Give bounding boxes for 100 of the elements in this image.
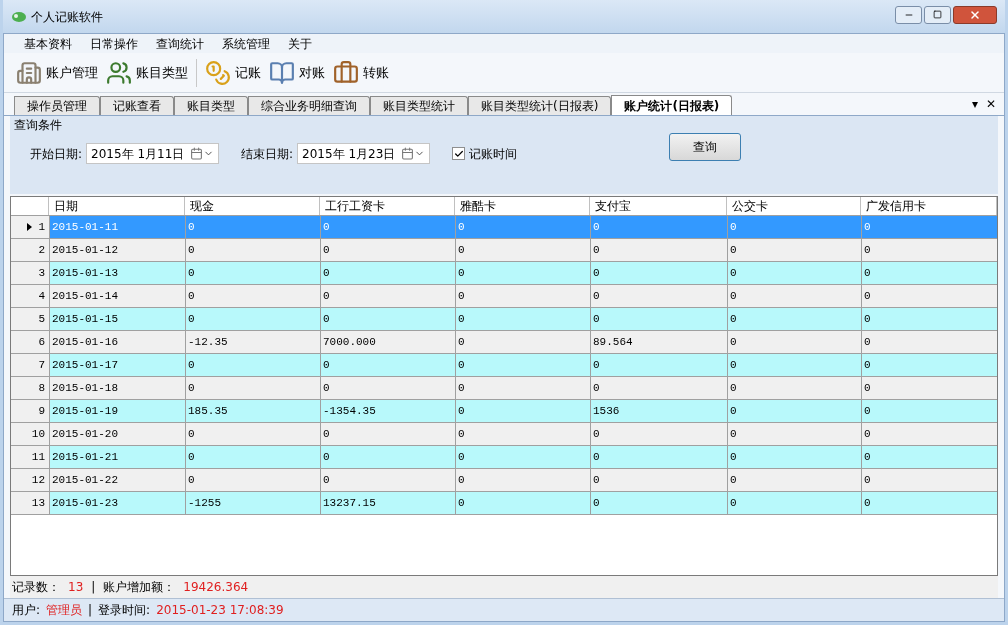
toolbar-button[interactable]: 账户管理	[16, 59, 98, 86]
record-count: 13	[68, 579, 84, 596]
table-cell: 0	[728, 216, 862, 238]
calendar-icon	[401, 147, 415, 160]
table-cell: 0	[456, 469, 591, 491]
minimize-button[interactable]	[895, 5, 922, 24]
table-cell: 2015-01-20	[50, 423, 186, 445]
table-cell: 0	[591, 216, 728, 238]
menu-item[interactable]: 关于	[280, 34, 320, 53]
maximize-icon	[933, 10, 942, 19]
tab[interactable]: 账目类型统计(日报表)	[468, 96, 612, 115]
table-row[interactable]: 11 2015-01-21 0 0 0 0 0 0	[11, 446, 997, 469]
table-row[interactable]: 5 2015-01-15 0 0 0 0 0 0	[11, 308, 997, 331]
table-row[interactable]: 10 2015-01-20 0 0 0 0 0 0	[11, 423, 997, 446]
toolbar-button[interactable]: 对账	[269, 59, 325, 86]
table-cell: 0	[456, 239, 591, 261]
table-row[interactable]: 4 2015-01-14 0 0 0 0 0 0	[11, 285, 997, 308]
menu-item[interactable]: 查询统计	[148, 34, 212, 53]
table-cell: 0	[321, 446, 456, 468]
row-number: 8	[38, 380, 45, 396]
table-cell: 0	[728, 285, 862, 307]
query-button[interactable]: 查询	[669, 132, 742, 161]
column-header[interactable]: 日期	[49, 197, 185, 215]
table-cell: 0	[862, 492, 997, 514]
row-number: 10	[31, 426, 45, 442]
tab-list-dropdown[interactable]: ▾	[971, 95, 978, 113]
close-icon	[969, 8, 981, 21]
table-row[interactable]: 6 2015-01-16 -12.35 7000.000 0 89.564 0 0	[11, 331, 997, 354]
end-date-field[interactable]: 2015年 1月23日	[297, 143, 431, 164]
table-cell: 0	[728, 377, 862, 399]
coins-icon	[205, 59, 231, 86]
menu-item[interactable]: 日常操作	[82, 34, 146, 53]
close-tab-button[interactable]: ✕	[985, 95, 996, 113]
check-icon	[453, 148, 464, 159]
table-cell: 0	[728, 262, 862, 284]
table-cell: 0	[456, 262, 591, 284]
tab[interactable]: 记账查看	[100, 96, 174, 115]
column-header[interactable]: 公交卡	[727, 197, 861, 215]
row-number: 5	[38, 311, 45, 327]
table-cell: 0	[456, 446, 591, 468]
table-row[interactable]: 8 2015-01-18 0 0 0 0 0 0	[11, 377, 997, 400]
table-cell: 185.35	[186, 400, 321, 422]
table-row[interactable]: 1 2015-01-11 0 0 0 0 0 0	[11, 216, 997, 239]
table-row[interactable]: 2 2015-01-12 0 0 0 0 0 0	[11, 239, 997, 262]
table-cell: 0	[186, 423, 321, 445]
table-cell: 0	[862, 377, 997, 399]
table-row[interactable]: 12 2015-01-22 0 0 0 0 0 0	[11, 469, 997, 492]
table-row[interactable]: 13 2015-01-23 -1255 13237.15 0 0 0 0	[11, 492, 997, 515]
table-row[interactable]: 7 2015-01-17 0 0 0 0 0 0	[11, 354, 997, 377]
tab[interactable]: 综合业务明细查询	[248, 96, 370, 115]
column-header[interactable]: 支付宝	[590, 197, 727, 215]
app-icon	[11, 9, 27, 24]
table-cell: 0	[186, 285, 321, 307]
table-cell: 2015-01-11	[50, 216, 186, 238]
toolbar-button[interactable]: 账目类型	[106, 59, 188, 86]
checkbox[interactable]	[452, 147, 466, 160]
checkbox-label: 记账时间	[469, 145, 518, 163]
separator: |	[91, 579, 96, 596]
table-cell: 0	[728, 308, 862, 330]
table-cell: 2015-01-21	[50, 446, 186, 468]
table-cell: 7000.000	[321, 331, 456, 353]
close-button[interactable]	[953, 5, 997, 24]
column-header[interactable]: 雅酷卡	[455, 197, 590, 215]
building-icon	[16, 59, 42, 86]
table-row[interactable]: 9 2015-01-19 185.35 -1354.35 0 1536 0 0	[11, 400, 997, 423]
table-cell: 0	[321, 377, 456, 399]
tab[interactable]: 账目类型统计	[370, 96, 468, 115]
table-cell: 0	[591, 354, 728, 376]
row-number: 1	[38, 219, 45, 235]
table-cell: 2015-01-22	[50, 469, 186, 491]
table-cell: -1354.35	[321, 400, 456, 422]
login-time: 2015-01-23 17:08:39	[156, 602, 284, 619]
column-header[interactable]: 工行工资卡	[320, 197, 455, 215]
table-cell: 0	[456, 423, 591, 445]
row-number: 12	[31, 472, 45, 488]
table-cell: 2015-01-17	[50, 354, 186, 376]
tab[interactable]: 账户统计(日报表)	[611, 95, 733, 115]
table-cell: 0	[862, 216, 997, 238]
menu-item[interactable]: 基本资料	[16, 34, 80, 53]
start-date-field[interactable]: 2015年 1月11日	[86, 143, 220, 164]
tab[interactable]: 操作员管理	[14, 96, 100, 115]
column-header[interactable]: 广发信用卡	[861, 197, 997, 215]
column-header[interactable]: 现金	[185, 197, 320, 215]
table-cell: 0	[728, 423, 862, 445]
separator: |	[88, 602, 93, 619]
total-amount: 19426.364	[183, 579, 249, 596]
menu-item[interactable]: 系统管理	[214, 34, 278, 53]
row-number: 3	[38, 265, 45, 281]
table-row[interactable]: 3 2015-01-13 0 0 0 0 0 0	[11, 262, 997, 285]
maximize-button[interactable]	[924, 5, 951, 24]
window-title: 个人记账软件	[31, 8, 103, 26]
table-cell: 2015-01-16	[50, 331, 186, 353]
table-cell: 0	[456, 285, 591, 307]
table-cell: 0	[862, 262, 997, 284]
table-cell: 0	[186, 308, 321, 330]
toolbar-button[interactable]: 记账	[205, 59, 261, 86]
tab[interactable]: 账目类型	[174, 96, 248, 115]
table-cell: 0	[862, 331, 997, 353]
toolbar-button[interactable]: 转账	[333, 59, 389, 86]
table-cell: 2015-01-13	[50, 262, 186, 284]
